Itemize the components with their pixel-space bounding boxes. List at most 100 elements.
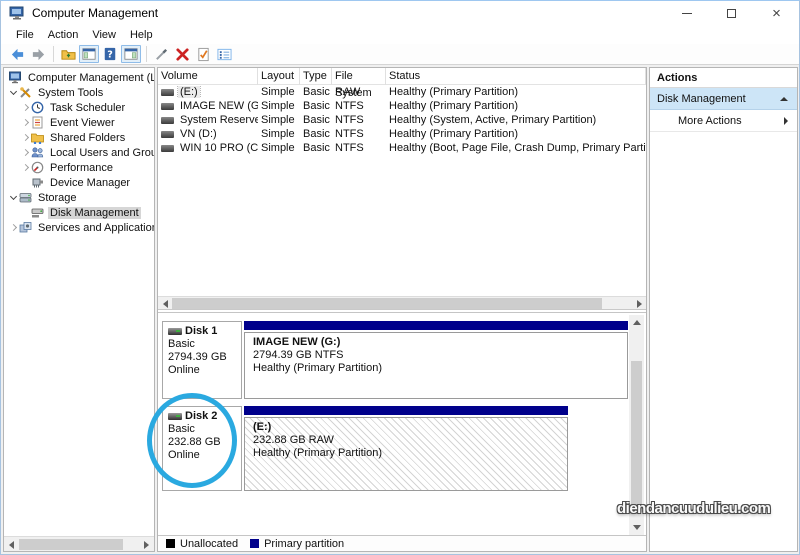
- tree-item-services-and-applications[interactable]: Services and Applications: [4, 220, 154, 235]
- tree-item-device-manager[interactable]: Device Manager: [4, 175, 154, 190]
- help-icon[interactable]: ?: [100, 45, 120, 63]
- column-header-file-system[interactable]: File System: [332, 68, 386, 85]
- partition-detail: 2794.39 GB NTFS: [253, 349, 627, 362]
- chevron-down-icon[interactable]: [9, 88, 19, 98]
- menu-action[interactable]: Action: [41, 27, 86, 43]
- chevron-right-icon[interactable]: [21, 133, 31, 143]
- performance-icon: [31, 161, 45, 174]
- volume-list: Volume Layout Type File System Status (E…: [158, 68, 646, 296]
- partition-health: Healthy (Primary Partition): [253, 447, 567, 460]
- tree-item-local-users-and-groups[interactable]: Local Users and Groups: [4, 145, 154, 160]
- task-scheduler-icon: [31, 101, 45, 114]
- forward-arrow-icon[interactable]: [28, 45, 48, 63]
- chevron-right-icon[interactable]: [21, 163, 31, 173]
- app-icon: [9, 5, 25, 21]
- chevron-right-icon[interactable]: [9, 223, 19, 233]
- partition-legend: Unallocated Primary partition: [158, 535, 646, 551]
- volume-list-horizontal-scrollbar[interactable]: [158, 296, 646, 310]
- up-folder-icon[interactable]: [58, 45, 78, 63]
- tree-item-task-scheduler[interactable]: Task Scheduler: [4, 100, 154, 115]
- actions-header: Actions: [650, 68, 797, 88]
- delete-icon[interactable]: [172, 45, 192, 63]
- volume-icon: [161, 145, 174, 152]
- partition-title: (E:): [253, 421, 567, 434]
- chevron-none: [21, 208, 31, 218]
- actions-group-disk-management[interactable]: Disk Management: [650, 88, 797, 110]
- disk-graphical-view: Disk 1 Basic 2794.39 GB Online IMAGE NEW…: [158, 312, 646, 537]
- console-tree-panel: Computer Management (Local System Tools …: [3, 67, 155, 552]
- watermark: diendancuudulieu.com: [617, 500, 770, 517]
- title-bar: Computer Management ×: [1, 1, 799, 25]
- disk-1-block: Disk 1 Basic 2794.39 GB Online IMAGE NEW…: [158, 321, 628, 399]
- device-manager-icon: [31, 176, 45, 189]
- menu-file[interactable]: File: [9, 27, 41, 43]
- table-row-volume-image-new[interactable]: IMAGE NEW (G:) Simple Basic NTFS Healthy…: [158, 99, 646, 113]
- console-tree: Computer Management (Local System Tools …: [4, 70, 154, 535]
- primary-partition-strip: [244, 406, 568, 415]
- tree-item-event-viewer[interactable]: Event Viewer: [4, 115, 154, 130]
- volume-icon: [161, 131, 174, 138]
- shared-folders-icon: [31, 131, 45, 144]
- column-header-type[interactable]: Type: [300, 68, 332, 85]
- disk-icon: [168, 413, 182, 420]
- disk-size: 2794.39 GB: [168, 351, 241, 364]
- chevron-right-icon[interactable]: [21, 103, 31, 113]
- column-header-layout[interactable]: Layout: [258, 68, 300, 85]
- chevron-right-icon[interactable]: [21, 148, 31, 158]
- partition-health: Healthy (Primary Partition): [253, 362, 627, 375]
- disk-state: Online: [168, 364, 241, 377]
- legend-item-unallocated: Unallocated: [166, 538, 238, 550]
- table-row-volume-vn[interactable]: VN (D:) Simple Basic NTFS Healthy (Prima…: [158, 127, 646, 141]
- tree-item-storage[interactable]: Storage: [4, 190, 154, 205]
- users-icon: [31, 146, 45, 159]
- disk-1-partition[interactable]: IMAGE NEW (G:) 2794.39 GB NTFS Healthy (…: [244, 321, 628, 399]
- volume-icon: [161, 89, 174, 96]
- disk-state: Online: [168, 449, 241, 462]
- volume-icon: [161, 117, 174, 124]
- table-row-volume-e[interactable]: (E:) Simple Basic RAW Healthy (Primary P…: [158, 85, 646, 99]
- computer-icon: [9, 71, 23, 84]
- partition-title: IMAGE NEW (G:): [253, 336, 627, 349]
- disk-kind: Basic: [168, 338, 241, 351]
- disk-2-label[interactable]: Disk 2 Basic 232.88 GB Online: [162, 406, 242, 491]
- show-action-pane-icon[interactable]: [121, 45, 141, 63]
- chevron-none: [21, 178, 31, 188]
- properties-icon[interactable]: [214, 45, 234, 63]
- menu-view[interactable]: View: [85, 27, 123, 43]
- column-header-status[interactable]: Status: [386, 68, 646, 85]
- table-row-volume-win-10-pro[interactable]: WIN 10 PRO (C:) Simple Basic NTFS Health…: [158, 141, 646, 155]
- column-header-volume[interactable]: Volume: [158, 68, 258, 85]
- submenu-arrow-icon: [784, 117, 788, 125]
- disk-2-block: Disk 2 Basic 232.88 GB Online (E:) 232.8…: [158, 406, 628, 491]
- partition-detail: 232.88 GB RAW: [253, 434, 567, 447]
- tree-item-computer-management[interactable]: Computer Management (Local: [4, 70, 154, 85]
- menu-help[interactable]: Help: [123, 27, 160, 43]
- collapse-arrow-icon[interactable]: [780, 97, 788, 101]
- storage-icon: [19, 191, 33, 204]
- tree-item-shared-folders[interactable]: Shared Folders: [4, 130, 154, 145]
- minimize-button[interactable]: [664, 1, 709, 25]
- chevron-right-icon[interactable]: [21, 118, 31, 128]
- tree-horizontal-scrollbar[interactable]: [4, 536, 154, 551]
- volume-icon: [161, 103, 174, 110]
- close-button[interactable]: ×: [754, 1, 799, 25]
- disk-1-label[interactable]: Disk 1 Basic 2794.39 GB Online: [162, 321, 242, 399]
- tree-item-disk-management[interactable]: Disk Management: [4, 205, 154, 220]
- maximize-button[interactable]: [709, 1, 754, 25]
- tree-item-performance[interactable]: Performance: [4, 160, 154, 175]
- show-console-tree-icon[interactable]: [79, 45, 99, 63]
- services-icon: [19, 221, 33, 234]
- disk-management-icon: [31, 206, 45, 219]
- wand-icon[interactable]: [151, 45, 171, 63]
- disk-kind: Basic: [168, 423, 241, 436]
- more-actions-item[interactable]: More Actions: [650, 110, 797, 132]
- computer-management-window: Computer Management × File Action View H…: [0, 0, 800, 555]
- table-row-volume-system-reserved[interactable]: System Reserved Simple Basic NTFS Health…: [158, 113, 646, 127]
- volume-list-header: Volume Layout Type File System Status: [158, 68, 646, 85]
- disk-2-partition[interactable]: (E:) 232.88 GB RAW Healthy (Primary Part…: [244, 406, 568, 491]
- chevron-down-icon[interactable]: [9, 193, 19, 203]
- disk-management-panel: Volume Layout Type File System Status (E…: [157, 67, 647, 552]
- checklist-icon[interactable]: [193, 45, 213, 63]
- tree-item-system-tools[interactable]: System Tools: [4, 85, 154, 100]
- back-arrow-icon[interactable]: [7, 45, 27, 63]
